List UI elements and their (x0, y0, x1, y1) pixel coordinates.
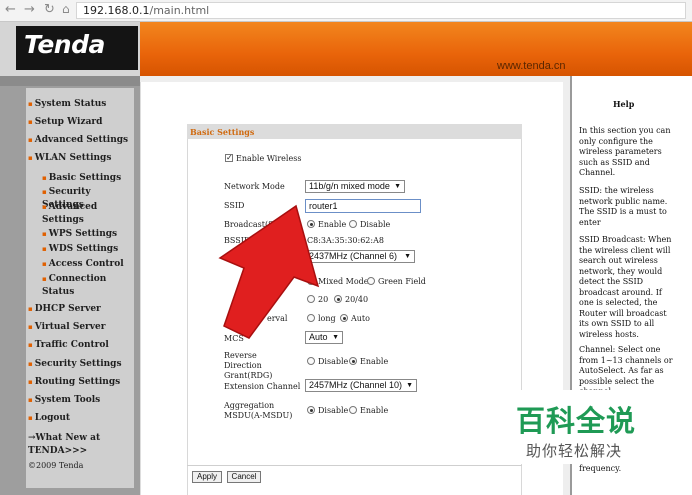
help-paragraph-ssid: SSID: the wireless network public name. … (579, 186, 668, 227)
help-title: Help (613, 99, 635, 109)
help-paragraph-frequency: frequency. (579, 464, 622, 473)
help-paragraph-intro: In this section you can only configure t… (579, 126, 671, 177)
watermark-subtitle: 助你轻松解决 (526, 442, 623, 460)
red-arrow-icon (218, 204, 320, 339)
watermark-title: 百科全说 (516, 404, 637, 438)
help-paragraph-broadcast: SSID Broadcast: When the wireless client… (579, 235, 672, 339)
